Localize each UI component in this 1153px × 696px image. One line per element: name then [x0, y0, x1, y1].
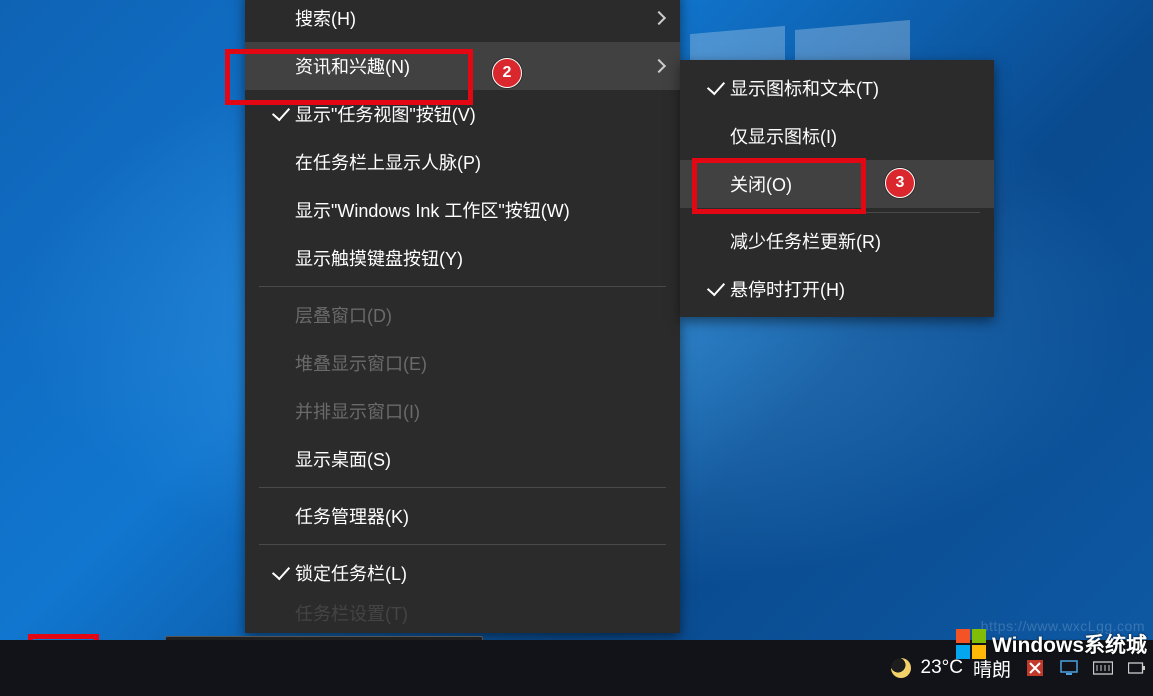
windows-flag-icon	[956, 629, 986, 659]
submenu-turn-off[interactable]: 关闭(O)	[680, 160, 994, 208]
brand-watermark: Windows系统城	[956, 624, 1147, 664]
menu-news-and-interests[interactable]: 资讯和兴趣(N)	[245, 42, 680, 90]
menu-show-people[interactable]: 在任务栏上显示人脉(P)	[245, 138, 680, 186]
menu-task-manager[interactable]: 任务管理器(K)	[245, 492, 680, 540]
annotation-badge-3: 3	[885, 168, 915, 198]
menu-label: 悬停时打开(H)	[730, 276, 978, 302]
menu-taskbar-settings[interactable]: 任务栏设置(T)	[245, 597, 680, 629]
desktop: https://www.wxcLgg.com 搜索(H) 资讯和兴趣(N) 显示…	[0, 0, 1153, 696]
taskbar[interactable]: 23°C 晴朗 Windows系统城	[0, 640, 1153, 696]
menu-show-touch-keyboard[interactable]: 显示触摸键盘按钮(Y)	[245, 234, 680, 282]
menu-side-by-side: 并排显示窗口(I)	[245, 387, 680, 435]
menu-label: 关闭(O)	[730, 171, 978, 197]
check-icon	[707, 77, 725, 96]
menu-label: 在任务栏上显示人脉(P)	[295, 149, 640, 175]
menu-stack: 堆叠显示窗口(E)	[245, 339, 680, 387]
menu-label: 任务栏设置(T)	[295, 600, 640, 626]
menu-label: 减少任务栏更新(R)	[730, 228, 978, 254]
menu-label: 资讯和兴趣(N)	[295, 53, 640, 79]
menu-label: 任务管理器(K)	[295, 503, 640, 529]
menu-label: 显示触摸键盘按钮(Y)	[295, 245, 640, 271]
menu-label: 搜索(H)	[295, 5, 640, 31]
annotation-badge-2: 2	[492, 58, 522, 88]
submenu-reduce-updates[interactable]: 减少任务栏更新(R)	[680, 217, 994, 265]
menu-show-taskview[interactable]: 显示"任务视图"按钮(V)	[245, 90, 680, 138]
menu-label: 仅显示图标(I)	[730, 123, 978, 149]
submenu-show-icon-only[interactable]: 仅显示图标(I)	[680, 112, 994, 160]
moon-icon	[891, 658, 911, 678]
menu-search[interactable]: 搜索(H)	[245, 0, 680, 42]
submenu-open-on-hover[interactable]: 悬停时打开(H)	[680, 265, 994, 313]
separator	[694, 212, 980, 213]
menu-cascade: 层叠窗口(D)	[245, 291, 680, 339]
chevron-right-icon	[652, 59, 666, 73]
menu-label: 并排显示窗口(I)	[295, 398, 640, 424]
check-icon	[272, 562, 290, 581]
menu-show-ink[interactable]: 显示"Windows Ink 工作区"按钮(W)	[245, 186, 680, 234]
menu-label: 显示桌面(S)	[295, 446, 640, 472]
separator	[259, 487, 666, 488]
menu-label: 堆叠显示窗口(E)	[295, 350, 640, 376]
news-interests-submenu: 显示图标和文本(T) 仅显示图标(I) 关闭(O) 减少任务栏更新(R) 悬停时…	[680, 60, 994, 317]
submenu-show-icon-text[interactable]: 显示图标和文本(T)	[680, 64, 994, 112]
menu-label: 显示"任务视图"按钮(V)	[295, 101, 640, 127]
menu-label: 锁定任务栏(L)	[295, 560, 640, 586]
menu-lock-taskbar[interactable]: 锁定任务栏(L)	[245, 549, 680, 597]
separator	[259, 544, 666, 545]
menu-label: 显示图标和文本(T)	[730, 75, 978, 101]
chevron-right-icon	[652, 11, 666, 25]
taskbar-context-menu: 搜索(H) 资讯和兴趣(N) 显示"任务视图"按钮(V) 在任务栏上显示人脉(P…	[245, 0, 680, 633]
menu-label: 层叠窗口(D)	[295, 302, 640, 328]
menu-label: 显示"Windows Ink 工作区"按钮(W)	[295, 197, 640, 223]
check-icon	[707, 278, 725, 297]
menu-show-desktop[interactable]: 显示桌面(S)	[245, 435, 680, 483]
check-icon	[272, 103, 290, 122]
brand-text: Windows系统城	[992, 629, 1147, 659]
separator	[259, 286, 666, 287]
